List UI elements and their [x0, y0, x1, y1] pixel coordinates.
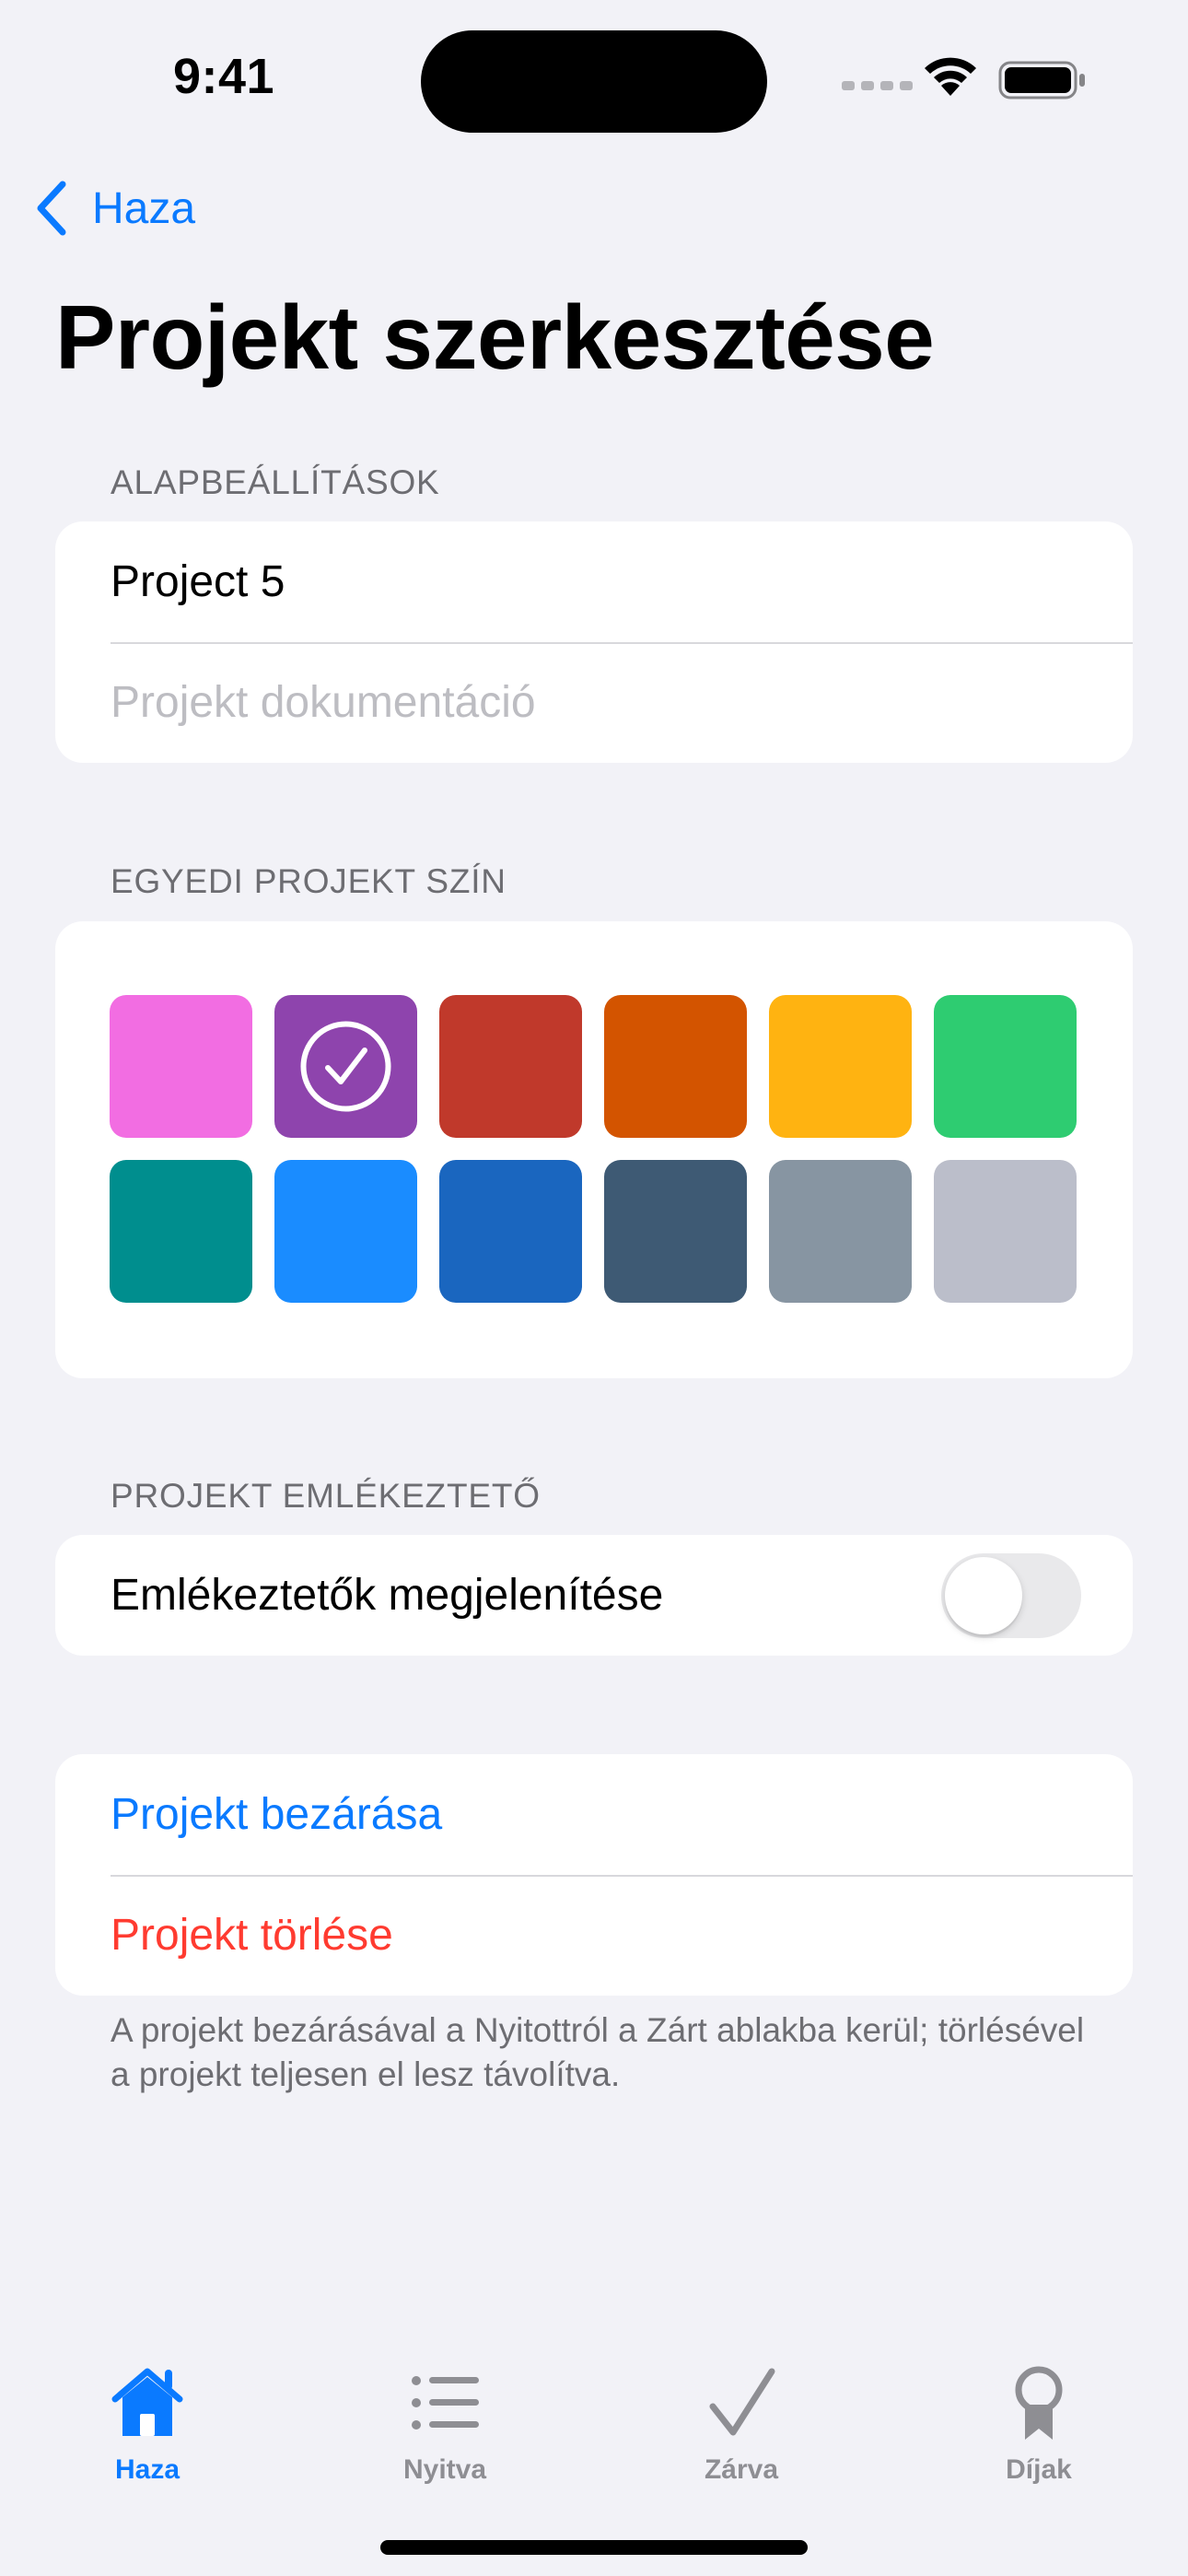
project-documentation-placeholder: Projekt dokumentáció [111, 678, 536, 727]
list-icon [412, 2376, 479, 2430]
edit-project-screen: 9:41 Haza Projekt szerkesztése ALAPBEÁLL… [0, 0, 1188, 2576]
delete-project-label: Projekt törlése [111, 1911, 393, 1960]
tab-awards-label: Díjak [1006, 2454, 1072, 2485]
color-swatch[interactable] [439, 995, 582, 1138]
color-swatch[interactable] [110, 995, 252, 1138]
color-swatch[interactable] [769, 1160, 912, 1303]
color-swatch[interactable] [274, 1160, 417, 1303]
color-swatch[interactable] [934, 1160, 1077, 1303]
home-indicator [380, 2540, 808, 2555]
page-title: Projekt szerkesztése [55, 287, 935, 388]
reminder-section-header: PROJEKT EMLÉKEZTETŐ [111, 1477, 541, 1515]
tab-awards[interactable]: Díjak [947, 2364, 1131, 2486]
wifi-icon [925, 57, 976, 96]
color-swatch[interactable] [110, 1160, 252, 1303]
back-button-label: Haza [92, 183, 196, 233]
color-picker-card [55, 921, 1133, 1378]
reminder-card: Emlékeztetők megjelenítése [55, 1535, 1133, 1656]
actions-footer-note: A projekt bezárásával a Nyitottról a Zár… [111, 2011, 1085, 2093]
color-section-header: EGYEDI PROJEKT SZÍN [111, 862, 507, 900]
tab-closed[interactable]: Zárva [649, 2364, 833, 2486]
battery-icon [998, 61, 1085, 100]
show-reminders-label: Emlékeztetők megjelenítése [111, 1571, 664, 1620]
project-name-value: Project 5 [111, 557, 285, 606]
cellular-signal-icon [842, 81, 913, 90]
color-swatch-grid [110, 995, 1077, 1303]
show-reminders-toggle[interactable] [941, 1553, 1081, 1638]
award-icon [1015, 2366, 1063, 2440]
show-reminders-row: Emlékeztetők megjelenítése [55, 1535, 1133, 1656]
project-actions-card: Projekt bezárása Projekt törlése [55, 1754, 1133, 1996]
delete-project-button[interactable]: Projekt törlése [55, 1875, 1133, 1996]
toggle-knob [945, 1557, 1022, 1634]
tab-home-label: Haza [114, 2454, 181, 2485]
back-button[interactable]: Haza [33, 181, 195, 236]
color-swatch[interactable] [439, 1160, 582, 1303]
close-project-button[interactable]: Projekt bezárása [55, 1754, 1133, 1875]
basic-settings-header: ALAPBEÁLLÍTÁSOK [111, 463, 440, 501]
checkmark-icon [709, 2368, 775, 2436]
status-time: 9:41 [173, 49, 275, 104]
project-name-field[interactable]: Project 5 [55, 521, 1133, 642]
chevron-left-icon [37, 181, 66, 236]
project-documentation-field[interactable]: Projekt dokumentáció [55, 642, 1133, 763]
basic-settings-card: Project 5 Projekt dokumentáció [55, 521, 1133, 763]
dynamic-island [421, 30, 767, 133]
tab-open-label: Nyitva [402, 2454, 487, 2485]
color-swatch[interactable] [934, 995, 1077, 1138]
tab-home[interactable]: Haza [55, 2364, 239, 2486]
color-swatch[interactable] [604, 1160, 747, 1303]
color-swatch[interactable] [769, 995, 912, 1138]
color-swatch[interactable] [604, 995, 747, 1138]
tab-open[interactable]: Nyitva [353, 2364, 537, 2486]
close-project-label: Projekt bezárása [111, 1790, 443, 1839]
checkmark-circle-icon [300, 1021, 391, 1112]
color-swatch-selected[interactable] [274, 995, 417, 1138]
house-icon [111, 2368, 183, 2436]
tab-closed-label: Zárva [704, 2454, 779, 2485]
